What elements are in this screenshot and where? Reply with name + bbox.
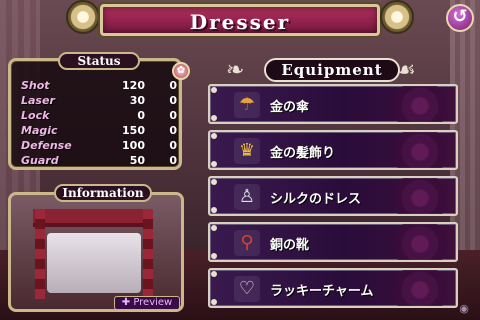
corner-dot (211, 299, 217, 305)
bed-canopy (33, 209, 153, 227)
rose-decoration (390, 86, 450, 122)
equipment-label: Equipment (264, 58, 400, 82)
stat-bonus: 0 (169, 109, 177, 122)
equipment-item-silk-dress[interactable]: ♙ シルクのドレス (208, 176, 458, 216)
equipment-item-name: ラッキーチャーム (270, 284, 374, 299)
stat-value: 120 (122, 79, 145, 92)
rose-decoration (390, 224, 450, 260)
information-label: Information (54, 184, 152, 202)
preview-label: Preview (133, 297, 173, 308)
equipment-item-name: 銅の靴 (270, 238, 310, 253)
stat-name: Guard (21, 154, 59, 167)
stat-name: Defense (21, 139, 72, 152)
corner-dot (211, 133, 217, 139)
wing-right-icon: ☙ (396, 58, 416, 83)
rose-decoration (390, 178, 450, 214)
stat-name: Lock (21, 109, 50, 122)
ornament-left-icon (66, 0, 100, 34)
corner-dot (211, 225, 217, 231)
equipment-item-name: 金の髪飾り (270, 146, 336, 161)
corner-dot (211, 179, 217, 185)
bed-post-right (143, 209, 153, 299)
corner-dot (211, 115, 217, 121)
equipment-item-hair-ornament[interactable]: ♛ 金の髪飾り (208, 130, 458, 170)
stat-name: Shot (21, 79, 50, 92)
equipment-item-lucky-charm[interactable]: ♡ ラッキーチャーム (208, 268, 458, 308)
information-panel (8, 192, 184, 312)
stat-row-defense: Defense 100 0 (21, 139, 177, 153)
corner-dot (211, 271, 217, 277)
preview-icon: ✚ (121, 297, 131, 308)
stat-bonus: 0 (169, 124, 177, 137)
stat-row-guard: Guard 50 0 (21, 154, 177, 168)
heart-charm-icon: ♡ (234, 276, 260, 302)
equipment-item-name: シルクのドレス (270, 192, 362, 207)
status-toggle-icon[interactable]: ✿ (172, 62, 190, 80)
stat-bonus: 0 (169, 79, 177, 92)
stat-row-laser: Laser 30 0 (21, 94, 177, 108)
status-label: Status (58, 52, 140, 70)
header-banner: Dresser (100, 4, 380, 36)
corner-dot (211, 87, 217, 93)
stat-value: 100 (122, 139, 145, 152)
page-title: Dresser (189, 10, 291, 34)
equipment-item-copper-shoes[interactable]: ⚲ 銅の靴 (208, 222, 458, 262)
dress-icon: ♙ (234, 184, 260, 210)
stat-value: 0 (137, 109, 145, 122)
bed-sheet (47, 233, 141, 293)
stat-bonus: 0 (169, 139, 177, 152)
corner-dot (211, 161, 217, 167)
back-button[interactable]: ↺ (446, 4, 474, 32)
umbrella-icon: ☂ (234, 92, 260, 118)
corner-dot (211, 207, 217, 213)
status-panel: Shot 120 0 Laser 30 0 Lock 0 0 Magic 150… (8, 58, 182, 170)
stat-bonus: 0 (169, 154, 177, 167)
stat-value: 30 (129, 94, 145, 107)
watermark-logo-icon: ◉ (459, 302, 469, 315)
rose-decoration (390, 132, 450, 168)
wing-left-icon: ❧ (226, 58, 245, 83)
stat-name: Magic (21, 124, 58, 137)
crown-icon: ♛ (234, 138, 260, 164)
stat-row-shot: Shot 120 0 (21, 79, 177, 93)
stat-name: Laser (21, 94, 55, 107)
preview-button[interactable]: ✚ Preview (114, 296, 180, 310)
shoes-icon: ⚲ (234, 230, 260, 256)
rose-decoration (390, 270, 450, 306)
bed-post-left (35, 209, 45, 299)
stat-row-magic: Magic 150 0 (21, 124, 177, 138)
ornament-right-icon (380, 0, 414, 34)
stat-bonus: 0 (169, 94, 177, 107)
back-arrow-icon: ↺ (452, 6, 468, 27)
equipment-item-name: 金の傘 (270, 100, 310, 115)
stat-value: 50 (129, 154, 145, 167)
corner-dot (211, 253, 217, 259)
equipment-item-umbrella[interactable]: ☂ 金の傘 (208, 84, 458, 124)
stat-value: 150 (122, 124, 145, 137)
stat-row-lock: Lock 0 0 (21, 109, 177, 123)
